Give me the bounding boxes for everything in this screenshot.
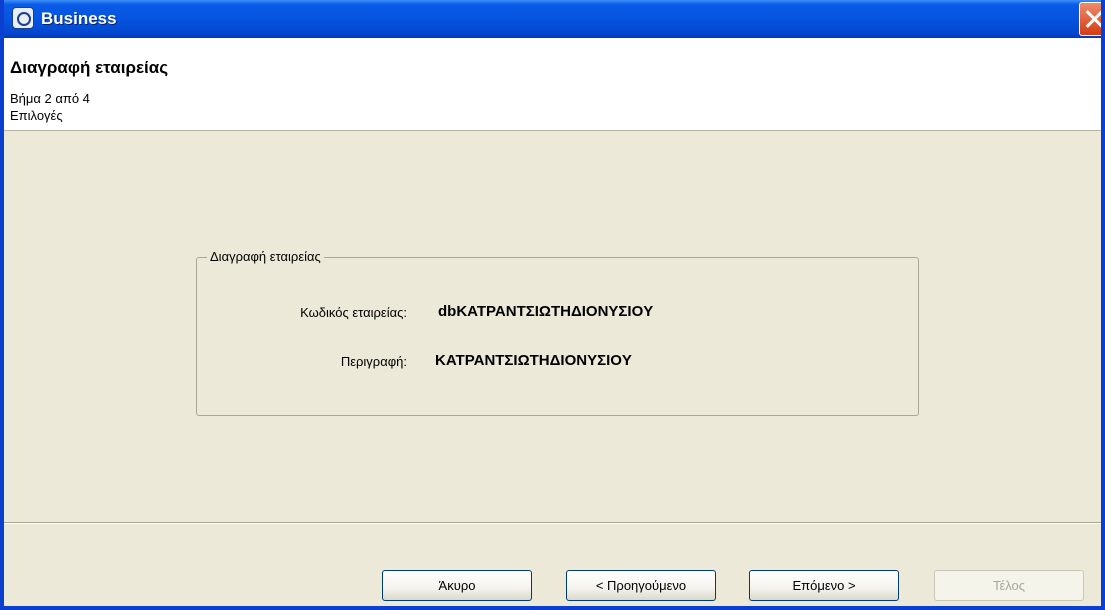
footer-divider bbox=[4, 522, 1101, 524]
finish-button[interactable]: Τέλος bbox=[934, 570, 1084, 601]
app-icon bbox=[12, 7, 34, 29]
next-button[interactable]: Επόμενο > bbox=[749, 570, 899, 601]
previous-button[interactable]: < Προηγούμενο bbox=[566, 570, 716, 601]
delete-company-group: Διαγραφή εταιρείας Κωδικός εταιρείας: db… bbox=[196, 249, 919, 416]
description-label: Περιγραφή: bbox=[340, 354, 407, 369]
wizard-step: Βήμα 2 από 4 bbox=[10, 91, 90, 106]
wizard-window: Business Διαγραφή εταιρείας Βήμα 2 από 4… bbox=[0, 0, 1105, 610]
wizard-header: Διαγραφή εταιρείας Βήμα 2 από 4 Επιλογές bbox=[4, 38, 1101, 131]
company-code-label: Κωδικός εταιρείας: bbox=[300, 305, 407, 320]
group-label: Διαγραφή εταιρείας bbox=[207, 249, 324, 264]
close-button[interactable] bbox=[1079, 2, 1101, 36]
cancel-button[interactable]: Άκυρο bbox=[382, 570, 532, 601]
description-value: KATPANTΣIΩTHΔIONYΣIOY bbox=[435, 352, 632, 369]
wizard-title: Διαγραφή εταιρείας bbox=[10, 58, 169, 77]
company-code-value: dbKATPANTΣIΩTHΔIONYΣIOY bbox=[438, 303, 654, 320]
window-title: Business bbox=[41, 9, 117, 28]
wizard-subtitle: Επιλογές bbox=[10, 108, 63, 123]
title-bar[interactable]: Business bbox=[4, 0, 1101, 38]
